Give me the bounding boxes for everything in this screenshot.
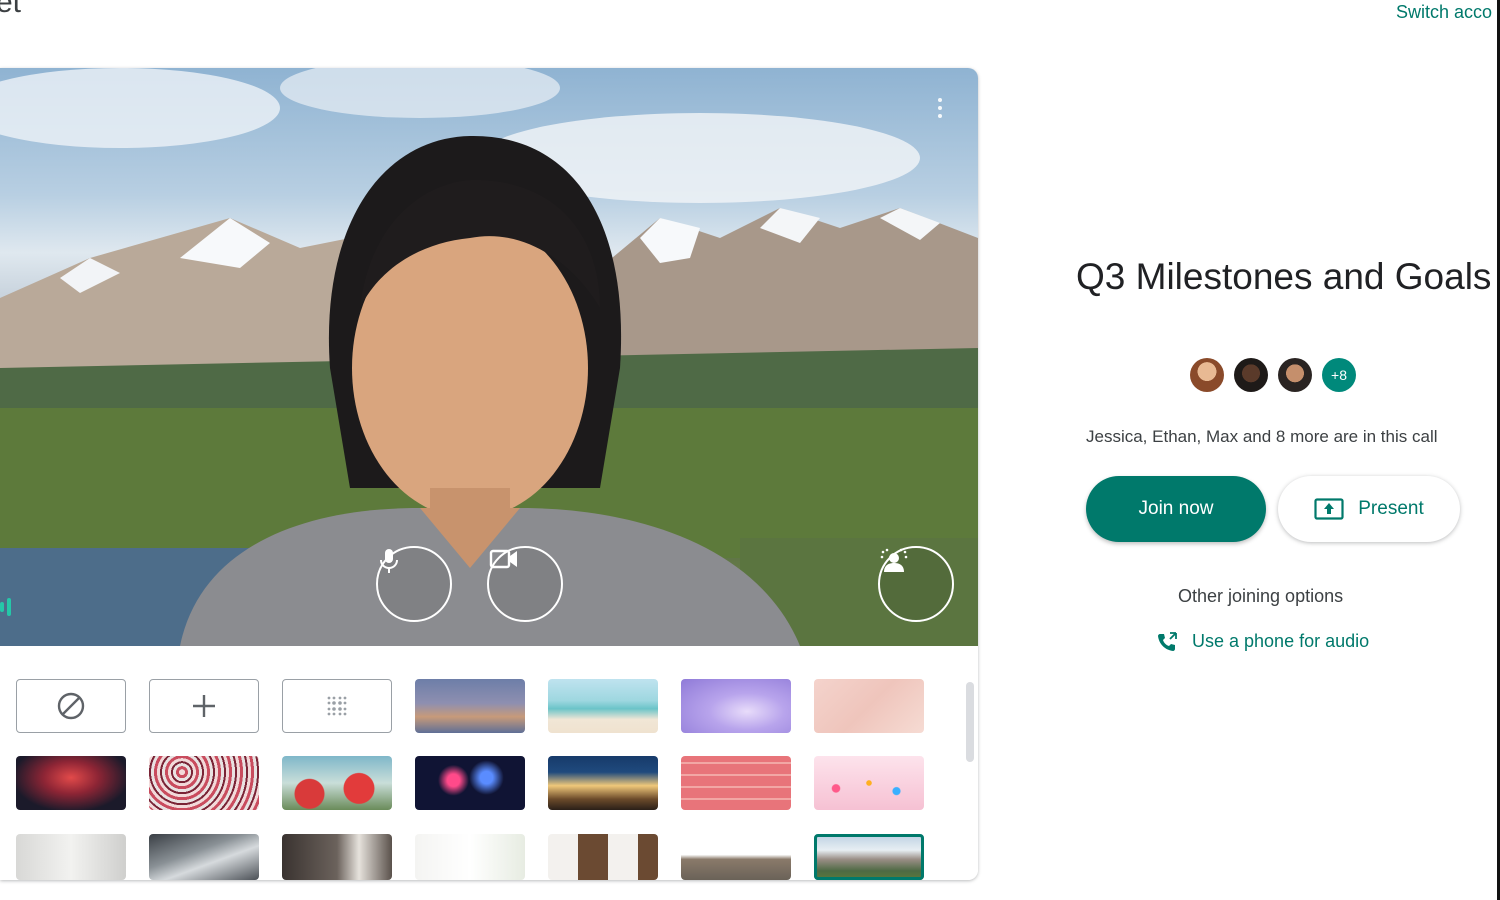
- background-picker-scrollbar[interactable]: [966, 682, 974, 762]
- no-effect-option[interactable]: [16, 679, 126, 733]
- bg-purple-clouds[interactable]: [681, 679, 791, 733]
- upload-background-option[interactable]: [149, 679, 259, 733]
- bg-confetti-pattern[interactable]: [149, 756, 259, 810]
- present-screen-icon: [1314, 498, 1344, 520]
- bg-bookshelf[interactable]: [548, 834, 658, 880]
- bg-houses[interactable]: [681, 834, 791, 880]
- bg-beach[interactable]: [548, 679, 658, 733]
- background-picker: [0, 646, 978, 880]
- bg-pink-texture[interactable]: [814, 679, 924, 733]
- bg-mountains[interactable]: [814, 834, 924, 880]
- bg-pink-grid[interactable]: [681, 756, 791, 810]
- blur-option[interactable]: [282, 679, 392, 733]
- use-phone-audio-link[interactable]: Use a phone for audio: [1156, 631, 1369, 652]
- camera-icon: [489, 549, 517, 569]
- join-now-button[interactable]: Join now: [1086, 476, 1266, 542]
- use-phone-audio-label: Use a phone for audio: [1192, 631, 1370, 651]
- preview-card: [0, 68, 978, 880]
- avatar: [1234, 358, 1268, 392]
- phone-icon: [1158, 631, 1177, 651]
- participant-avatars: +8: [1190, 358, 1356, 392]
- other-joining-options: Other joining options: [1178, 586, 1344, 606]
- audio-level-indicator: [0, 596, 14, 618]
- avatar: [1278, 358, 1312, 392]
- join-panel: Q3 Milestones and Goals +8 Jessica, Etha…: [1060, 0, 1500, 900]
- participants-in-call-text: Jessica, Ethan, Max and 8 more are in th…: [1086, 427, 1438, 446]
- bg-sunset-gradient[interactable]: [415, 679, 525, 733]
- more-options-icon[interactable]: [938, 98, 944, 118]
- bg-sprinkles[interactable]: [814, 756, 924, 810]
- app-brand: et: [0, 0, 22, 19]
- bg-dark-room[interactable]: [282, 834, 392, 880]
- avatar: [1190, 358, 1224, 392]
- bg-galaxy[interactable]: [16, 756, 126, 810]
- background-effects-button[interactable]: [878, 546, 954, 622]
- bg-bright-room[interactable]: [415, 834, 525, 880]
- present-label: Present: [1358, 498, 1424, 519]
- present-button[interactable]: Present: [1278, 476, 1460, 542]
- more-participants-badge: +8: [1322, 358, 1356, 392]
- bg-night-shop[interactable]: [548, 756, 658, 810]
- bg-fireworks[interactable]: [415, 756, 525, 810]
- background-effects-icon: [880, 548, 908, 572]
- meeting-title: Q3 Milestones and Goals: [1076, 256, 1492, 297]
- no-effect-icon: [57, 692, 85, 720]
- camera-button[interactable]: [487, 546, 563, 622]
- blur-icon: [327, 696, 347, 716]
- bg-flowers[interactable]: [282, 756, 392, 810]
- bg-skylight[interactable]: [149, 834, 259, 880]
- plus-icon: [193, 695, 215, 717]
- camera-preview: [0, 68, 978, 646]
- mic-button[interactable]: [376, 546, 452, 622]
- mic-icon: [380, 549, 398, 573]
- bg-white-room[interactable]: [16, 834, 126, 880]
